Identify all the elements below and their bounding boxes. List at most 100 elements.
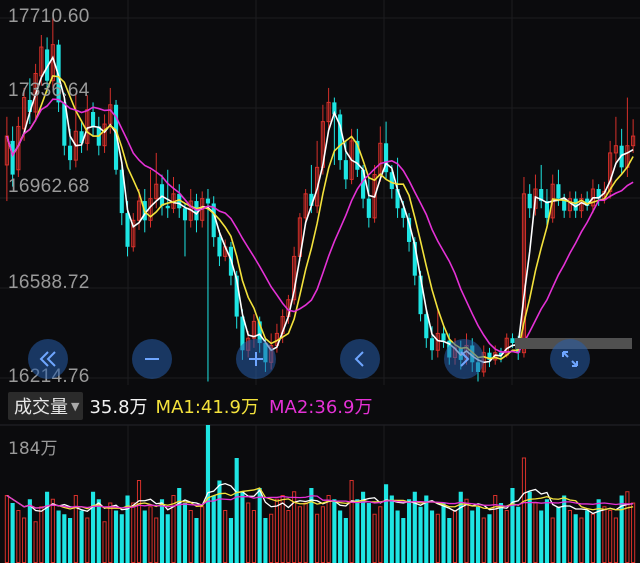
volume-bar — [68, 518, 73, 563]
volume-bar — [424, 495, 429, 563]
volume-bar — [223, 510, 228, 563]
volume-bar — [470, 510, 475, 563]
volume-bar — [556, 506, 561, 563]
volume-bar — [211, 495, 216, 563]
volume-bar — [378, 506, 383, 563]
volume-bar — [165, 514, 170, 563]
volume-bar — [79, 510, 84, 563]
volume-bar — [108, 502, 113, 563]
volume-bar — [613, 517, 618, 563]
volume-ma1-value: MA1:41.9万 — [155, 397, 259, 418]
volume-bar — [366, 503, 371, 563]
volume-bar — [429, 510, 435, 563]
candle-body — [343, 160, 348, 180]
volume-bar — [148, 506, 153, 563]
chevron-right-icon — [460, 351, 470, 367]
volume-bar — [435, 513, 440, 563]
double-chevron-left-icon — [39, 351, 56, 367]
volume-bar — [395, 510, 400, 563]
volume-bar — [498, 503, 504, 563]
price-label-4: 16588.72 — [8, 272, 90, 293]
volume-bar — [452, 510, 458, 563]
volume-bar — [182, 503, 188, 563]
candle-body — [510, 338, 515, 344]
volume-bar — [297, 506, 302, 563]
volume-bar — [251, 510, 256, 563]
volume-bar — [602, 506, 607, 563]
volume-bar — [154, 517, 159, 563]
volume-bar — [579, 517, 584, 563]
volume-bar — [550, 517, 555, 563]
scroll-left-fast-button[interactable] — [28, 339, 68, 379]
volume-bar — [389, 495, 394, 563]
volume-bar — [510, 488, 515, 563]
volume-bar — [384, 484, 389, 563]
volume-bar — [85, 517, 90, 563]
expand-icon — [562, 351, 578, 367]
candle-body — [10, 140, 15, 175]
kline-chart[interactable] — [0, 0, 640, 563]
volume-bar — [309, 488, 314, 563]
volume-bar — [338, 510, 343, 563]
volume-bar — [286, 510, 291, 563]
volume-bar — [521, 457, 527, 563]
minus-icon — [145, 358, 159, 360]
volume-bar — [487, 514, 492, 563]
volume-bar — [10, 503, 15, 563]
candle-body — [182, 208, 188, 221]
volume-bar — [625, 491, 630, 563]
volume-bar — [119, 514, 124, 563]
candle-body — [366, 198, 371, 218]
candle-body — [556, 184, 561, 199]
volume-bar — [27, 499, 32, 563]
volume-bar — [533, 502, 538, 563]
caret-down-icon: ▼ — [71, 399, 80, 413]
zoom-out-button[interactable] — [132, 339, 172, 379]
volume-bar — [355, 499, 360, 563]
volume-bar — [177, 488, 182, 563]
volume-bar — [447, 518, 452, 563]
volume-bar — [188, 510, 193, 563]
volume-bar — [493, 495, 498, 563]
scroll-left-button[interactable] — [340, 339, 380, 379]
volume-bar — [343, 518, 348, 563]
volume-bar — [573, 514, 578, 563]
volume-bar — [33, 521, 38, 563]
indicator-selector-label: 成交量 — [14, 397, 68, 418]
volume-bar — [274, 498, 279, 563]
fullscreen-button[interactable] — [550, 339, 590, 379]
candle-body — [90, 112, 96, 127]
volume-bar — [539, 510, 544, 563]
volume-bar — [246, 502, 251, 563]
volume-bar — [73, 495, 78, 563]
volume-bar — [22, 517, 27, 563]
volume-bar — [567, 510, 572, 563]
scroll-right-button[interactable] — [444, 339, 484, 379]
volume-bar — [131, 502, 136, 563]
volume-bar — [102, 521, 107, 563]
volume-bar — [631, 502, 636, 563]
candle-body — [125, 213, 130, 247]
volume-bar — [303, 502, 308, 563]
volume-bar — [56, 510, 61, 563]
volume-bar — [234, 458, 239, 563]
volume-bar — [45, 491, 50, 563]
price-grid — [0, 0, 640, 385]
volume-value: 35.8万 — [89, 397, 148, 418]
volume-bar — [90, 491, 96, 563]
volume-bar — [372, 513, 377, 563]
volume-bar — [50, 498, 55, 563]
price-panel-bg — [0, 0, 640, 385]
volume-bar — [608, 510, 613, 563]
volume-bar — [194, 518, 199, 563]
indicator-selector[interactable]: 成交量 ▼ — [8, 392, 84, 420]
chevron-left-icon — [354, 351, 364, 367]
volume-bar — [590, 513, 595, 563]
volume-bar — [504, 510, 509, 563]
volume-bar — [401, 518, 406, 563]
zoom-in-button[interactable] — [236, 339, 276, 379]
plus-icon — [249, 352, 263, 366]
candle-body — [165, 205, 170, 209]
volume-bar — [62, 514, 67, 563]
volume-bar — [269, 513, 274, 563]
